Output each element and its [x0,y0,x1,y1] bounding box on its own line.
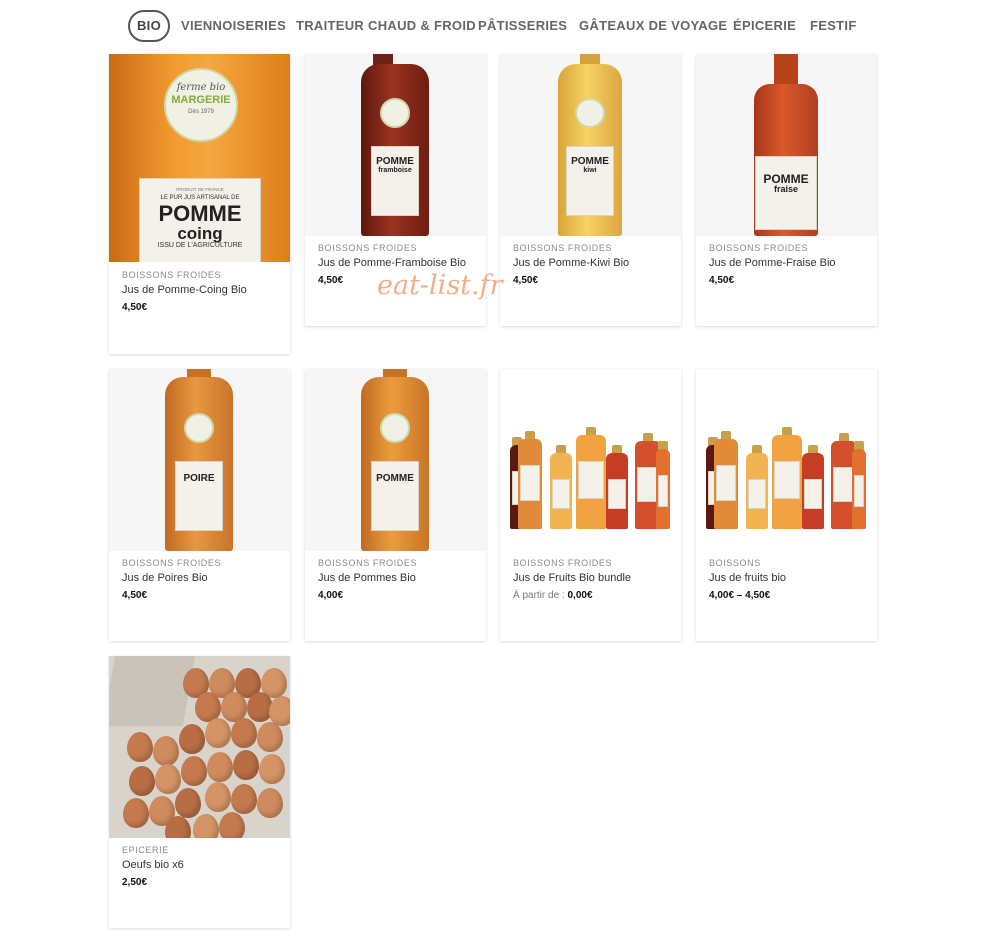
bundle-bottle-label [748,479,766,509]
product-card-pommes[interactable]: POMME BOISSONS FROIDES Jus de Pommes Bio… [305,369,486,641]
product-image-pomme-framboise[interactable]: POMME framboise [305,54,486,236]
watermark-text: eat-list.fr [377,270,503,301]
egg [179,724,205,754]
price-value: 0,00€ [567,590,593,601]
product-name[interactable]: Jus de Pomme-Coing Bio [122,284,282,296]
nav-item-epicerie[interactable]: ÉPICERIE [733,10,796,42]
egg [231,784,257,814]
product-category: BOISSONS FROIDES [513,558,613,568]
bottle-label: PRODUIT DE FRANCE LE PUR JUS ARTISANAL D… [139,178,261,262]
product-category: BOISSONS [709,558,761,568]
product-category: BOISSONS FROIDES [122,270,222,280]
egg [153,736,179,766]
nav-item-bio[interactable]: BIO [128,10,170,42]
product-price: 4,50€ [122,590,148,601]
product-name[interactable]: Oeufs bio x6 [122,859,282,871]
product-image-pomme-kiwi[interactable]: POMME kiwi [500,54,681,236]
bundle-bottle-label [854,475,864,507]
product-card-poires[interactable]: POIRE BOISSONS FROIDES Jus de Poires Bio… [109,369,290,641]
bundle-bottle-label [804,479,822,509]
egg [233,750,259,780]
product-card-jus-fruits-bundle[interactable]: BOISSONS FROIDES Jus de Fruits Bio bundl… [500,369,681,641]
bundle-bottle-label [608,479,626,509]
egg [219,812,245,838]
bundle-bottle-label [578,461,604,499]
product-category: BOISSONS FROIDES [513,243,613,253]
egg [257,722,283,752]
egg [259,754,285,784]
category-nav: BIO VIENNOISERIES TRAITEUR CHAUD & FROID… [0,10,989,44]
product-card-pomme-fraise[interactable]: POMME fraise BOISSONS FROIDES Jus de Pom… [696,54,877,326]
product-name[interactable]: Jus de Fruits Bio bundle [513,572,673,584]
egg [165,816,191,838]
egg [207,752,233,782]
bundle-bottle-label [658,475,668,507]
product-card-pomme-coing[interactable]: ferme bio MARGERIE Dès 1979 PRODUIT DE F… [109,54,290,354]
bundle-bottle-label [774,461,800,499]
product-price: 4,50€ [709,275,735,286]
product-category: BOISSONS FROIDES [122,558,222,568]
egg [155,764,181,794]
nav-item-traiteur[interactable]: TRAITEUR CHAUD & FROID [296,10,476,42]
product-name[interactable]: Jus de Poires Bio [122,572,282,584]
product-price: 4,50€ [513,275,539,286]
nav-item-viennoiseries[interactable]: VIENNOISERIES [181,10,286,42]
product-category: BOISSONS FROIDES [318,558,418,568]
egg [231,718,257,748]
bundle-bottle-label [520,465,540,501]
product-category: BOISSONS FROIDES [318,243,418,253]
product-price: À partir de : 0,00€ [513,590,673,601]
nav-item-festif[interactable]: FESTIF [810,10,857,42]
product-name[interactable]: Jus de Pomme-Framboise Bio [318,257,478,269]
egg [257,788,283,818]
product-category: BOISSONS FROIDES [709,243,809,253]
product-card-oeufs-bio[interactable]: EPICERIE Oeufs bio x6 2,50€ [109,656,290,928]
nav-item-gateaux-de-voyage[interactable]: GÂTEAUX DE VOYAGE [579,10,727,42]
price-prefix: À partir de : [513,590,565,601]
brand-medal: ferme bio MARGERIE Dès 1979 [164,68,238,142]
egg [175,788,201,818]
egg [129,766,155,796]
product-name[interactable]: Jus de Pommes Bio [318,572,478,584]
product-name[interactable]: Jus de fruits bio [709,572,869,584]
egg [127,732,153,762]
product-price: 4,50€ [122,302,148,313]
product-card-jus-de-fruits-bio[interactable]: BOISSONS Jus de fruits bio 4,00€ – 4,50€ [696,369,877,641]
product-image-pomme-coing[interactable]: ferme bio MARGERIE Dès 1979 PRODUIT DE F… [109,54,290,262]
product-card-pomme-kiwi[interactable]: POMME kiwi BOISSONS FROIDES Jus de Pomme… [500,54,681,326]
bundle-bottle-label [552,479,570,509]
product-image-eggs-carton[interactable] [109,656,290,838]
product-image-pomme-fraise[interactable]: POMME fraise [696,54,877,236]
egg [205,782,231,812]
product-image-juice-bundle[interactable] [500,369,681,551]
product-image-pommes[interactable]: POMME [305,369,486,551]
egg [193,814,219,838]
egg [123,798,149,828]
egg [205,718,231,748]
product-price: 4,00€ [318,590,344,601]
nav-item-patisseries[interactable]: PÂTISSERIES [478,10,567,42]
bundle-bottle-label [716,465,736,501]
product-image-poires[interactable]: POIRE [109,369,290,551]
product-price: 4,00€ – 4,50€ [709,590,771,601]
egg [181,756,207,786]
product-image-juice-bundle[interactable] [696,369,877,551]
product-name[interactable]: Jus de Pomme-Kiwi Bio [513,257,673,269]
product-category: EPICERIE [122,845,169,855]
product-price: 2,50€ [122,877,148,888]
product-name[interactable]: Jus de Pomme-Fraise Bio [709,257,869,269]
